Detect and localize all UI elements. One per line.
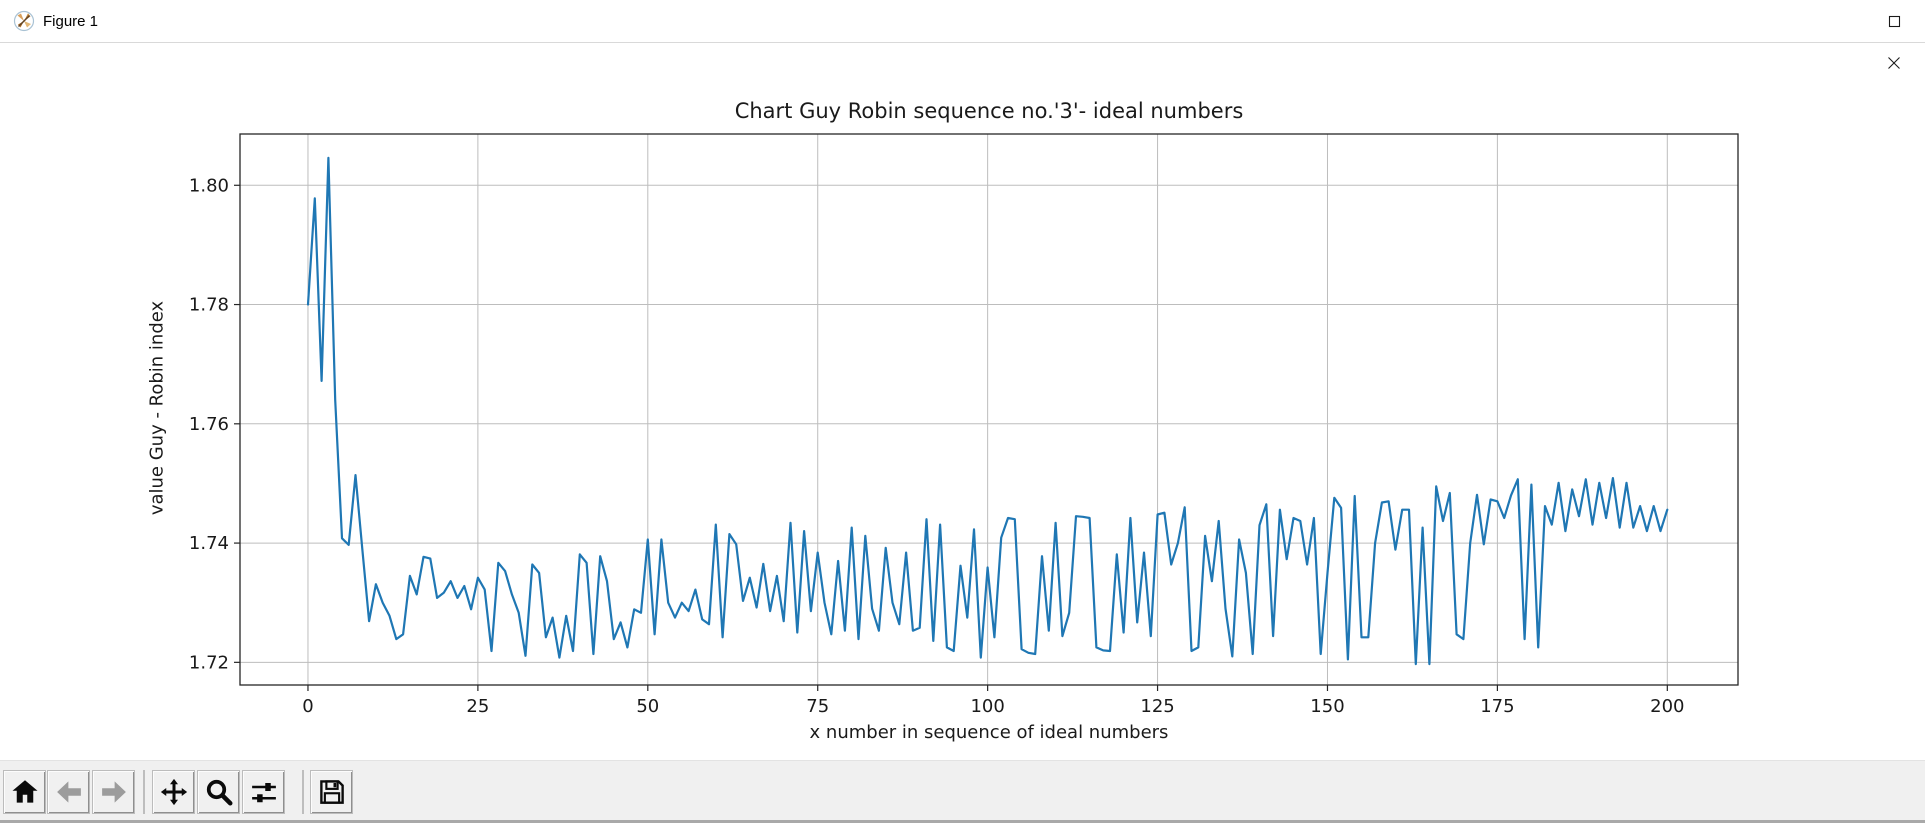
back-button[interactable] [47, 770, 90, 814]
y-axis-label: value Guy - Robin index [146, 300, 168, 516]
close-button[interactable] [1863, 42, 1925, 84]
x-tick-label: 75 [806, 696, 829, 717]
y-tick-label: 1.72 [189, 652, 229, 673]
y-tick-label: 1.74 [189, 533, 229, 554]
maximize-button[interactable] [1863, 0, 1925, 42]
x-tick-label: 150 [1310, 696, 1344, 717]
chart-title: Chart Guy Robin sequence no.'3'- ideal n… [734, 99, 1244, 123]
y-tick-label: 1.80 [189, 175, 229, 196]
pan-arrows-icon [159, 777, 189, 807]
zoom-magnifier-icon [204, 777, 234, 807]
figure-canvas[interactable]: 0 25 50 75 100 125 150 175 200 1.72 1.74 1.76 1.78 1.… [0, 43, 1925, 760]
x-tick-label: 125 [1140, 696, 1174, 717]
x-tick-label: 200 [1650, 696, 1684, 717]
save-floppy-icon [317, 777, 347, 807]
titlebar: Figure 1 [0, 0, 1925, 69]
forward-button[interactable] [92, 770, 135, 814]
home-icon [10, 777, 40, 807]
x-tick-label: 50 [636, 696, 659, 717]
y-tick-label: 1.78 [189, 295, 229, 316]
x-tick-label: 0 [302, 696, 313, 717]
x-tick-label: 175 [1480, 696, 1514, 717]
toolbar [0, 760, 1925, 823]
y-tick-label: 1.76 [189, 414, 229, 435]
back-arrow-icon [54, 777, 84, 807]
x-axis-label: x number in sequence of ideal numbers [809, 722, 1169, 743]
close-icon [1887, 56, 1901, 70]
x-tick-label: 100 [970, 696, 1004, 717]
forward-arrow-icon [99, 777, 129, 807]
home-button[interactable] [3, 770, 46, 814]
matplotlib-logo-icon [13, 10, 35, 32]
window-title: Figure 1 [43, 12, 99, 30]
subplots-button[interactable] [242, 770, 285, 814]
axes-border [239, 133, 1739, 686]
maximize-icon [1888, 15, 1901, 28]
x-tick-label: 25 [466, 696, 489, 717]
toolbar-separator [302, 770, 304, 814]
plot-area: 0 25 50 75 100 125 150 175 200 1.72 1.74 1.76 1.78 1.… [189, 133, 1739, 717]
subplots-sliders-icon [249, 777, 279, 807]
pan-button[interactable] [152, 770, 195, 814]
toolbar-separator [143, 770, 145, 814]
zoom-button[interactable] [197, 770, 240, 814]
save-button[interactable] [310, 770, 353, 814]
